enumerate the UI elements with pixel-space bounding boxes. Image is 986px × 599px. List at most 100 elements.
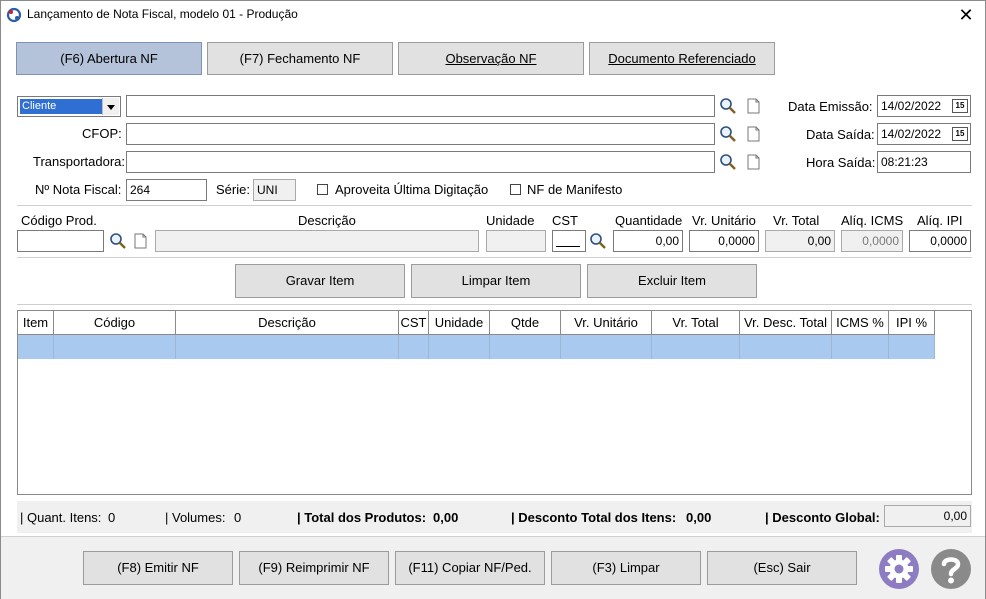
gravar-item-button[interactable]: Gravar Item — [235, 264, 405, 298]
descricao-input[interactable] — [155, 230, 479, 252]
transportadora-label: Transportadora: — [33, 154, 126, 169]
app-window: Lançamento de Nota Fiscal, modelo 01 - P… — [0, 0, 986, 599]
data-saida-label: Data Saída: — [806, 127, 875, 142]
search-icon[interactable] — [589, 232, 607, 250]
table-row[interactable] — [18, 335, 935, 359]
col-header-ipi[interactable]: IPI % — [889, 311, 935, 335]
codigo-prod-label: Código Prod. — [21, 213, 97, 228]
codigo-prod-input[interactable] — [17, 230, 104, 252]
search-icon[interactable] — [719, 125, 737, 143]
cfop-input[interactable] — [126, 123, 715, 145]
manifesto-checkbox[interactable] — [510, 184, 521, 195]
unidade-input[interactable] — [486, 230, 546, 252]
table-cell[interactable] — [561, 335, 652, 359]
transportadora-input[interactable] — [126, 151, 715, 173]
party-input[interactable] — [126, 95, 715, 117]
aliq-icms-input[interactable]: 0,0000 — [841, 230, 903, 252]
calendar-icon[interactable]: 15 — [952, 127, 968, 141]
limpar-button[interactable]: (F3) Limpar — [551, 551, 701, 585]
quantidade-input[interactable]: 0,00 — [613, 230, 683, 252]
col-header-unidade[interactable]: Unidade — [429, 311, 490, 335]
tab-observacao-label: Observação NF — [445, 51, 537, 66]
cfop-label: CFOP: — [82, 126, 122, 141]
search-icon[interactable] — [719, 153, 737, 171]
aliq-ipi-input[interactable]: 0,0000 — [909, 230, 971, 252]
vr-unitario-input[interactable]: 0,0000 — [689, 230, 759, 252]
table-cell[interactable] — [740, 335, 832, 359]
document-icon[interactable] — [747, 98, 760, 114]
desconto-itens-label: | Desconto Total dos Itens: — [511, 510, 677, 525]
window-title: Lançamento de Nota Fiscal, modelo 01 - P… — [27, 7, 298, 21]
desconto-itens-value: 0,00 — [686, 510, 712, 525]
close-icon[interactable]: ✕ — [955, 4, 977, 26]
col-header-item[interactable]: Item — [18, 311, 54, 335]
document-icon[interactable] — [747, 154, 760, 170]
total-produtos-label: | Total dos Produtos: — [297, 510, 427, 525]
reimprimir-nf-button[interactable]: (F9) Reimprimir NF — [239, 551, 389, 585]
table-cell[interactable] — [889, 335, 935, 359]
col-header-qtde[interactable]: Qtde — [490, 311, 561, 335]
total-produtos-value: 0,00 — [433, 510, 459, 525]
table-cell[interactable] — [652, 335, 740, 359]
col-header-codigo[interactable]: Código — [54, 311, 176, 335]
divider — [17, 257, 972, 258]
search-icon[interactable] — [719, 97, 737, 115]
hora-saida-input[interactable]: 08:21:23 — [877, 151, 971, 173]
nota-fiscal-label: Nº Nota Fiscal: — [35, 182, 122, 197]
tab-documento-label: Documento Referenciado — [608, 51, 756, 66]
document-icon[interactable] — [134, 233, 147, 249]
document-icon[interactable] — [747, 126, 760, 142]
table-cell[interactable] — [490, 335, 561, 359]
aliq-ipi-label: Alíq. IPI — [917, 213, 963, 228]
aproveita-label: Aproveita Última Digitação — [335, 182, 489, 197]
tab-fechamento[interactable]: (F7) Fechamento NF — [207, 42, 393, 75]
data-emissao-label: Data Emissão: — [788, 99, 873, 114]
aproveita-checkbox[interactable] — [317, 184, 328, 195]
divider — [17, 304, 972, 305]
quant-itens-value: 0 — [108, 510, 116, 525]
sair-button[interactable]: (Esc) Sair — [707, 551, 857, 585]
data-emissao-input[interactable]: 14/02/2022 15 — [877, 95, 971, 117]
table-cell[interactable] — [18, 335, 54, 359]
desconto-global-input[interactable]: 0,00 — [884, 505, 971, 527]
table-cell[interactable] — [429, 335, 490, 359]
table-cell[interactable] — [54, 335, 176, 359]
descricao-label: Descrição — [298, 213, 356, 228]
limpar-item-button[interactable]: Limpar Item — [411, 264, 581, 298]
table-cell[interactable] — [832, 335, 889, 359]
volumes-label: | Volumes: — [165, 510, 226, 525]
table-cell[interactable] — [399, 335, 429, 359]
cst-input[interactable] — [552, 230, 586, 252]
gear-icon[interactable] — [878, 548, 920, 590]
vr-total-label: Vr. Total — [773, 213, 820, 228]
help-icon[interactable] — [930, 548, 972, 590]
serie-label: Série: — [216, 182, 250, 197]
cst-underline — [556, 246, 580, 247]
data-saida-input[interactable]: 14/02/2022 15 — [877, 123, 971, 145]
chevron-down-icon[interactable] — [102, 98, 119, 115]
serie-input[interactable]: UNI — [253, 179, 296, 201]
excluir-item-button[interactable]: Excluir Item — [587, 264, 757, 298]
tab-abertura[interactable]: (F6) Abertura NF — [16, 42, 202, 75]
col-header-vr-total[interactable]: Vr. Total — [652, 311, 740, 335]
emitir-nf-button[interactable]: (F8) Emitir NF — [83, 551, 233, 585]
party-type-select[interactable]: Cliente — [17, 96, 121, 117]
col-header-vr-desc-total[interactable]: Vr. Desc. Total — [740, 311, 832, 335]
calendar-icon[interactable]: 15 — [952, 99, 968, 113]
table-cell[interactable] — [176, 335, 399, 359]
tab-observacao[interactable]: Observação NF — [398, 42, 584, 75]
items-table[interactable]: Item Código Descrição CST Unidade Qtde V… — [17, 310, 972, 495]
nota-fiscal-input[interactable]: 264 — [126, 179, 207, 201]
title-bar: Lançamento de Nota Fiscal, modelo 01 - P… — [1, 1, 985, 29]
col-header-cst[interactable]: CST — [399, 311, 429, 335]
tab-documento-referenciado[interactable]: Documento Referenciado — [589, 42, 775, 75]
party-type-value: Cliente — [20, 99, 102, 114]
col-header-icms[interactable]: ICMS % — [832, 311, 889, 335]
search-icon[interactable] — [109, 232, 127, 250]
data-saida-value: 14/02/2022 — [881, 127, 942, 141]
col-header-descricao[interactable]: Descrição — [176, 311, 399, 335]
vr-total-input[interactable]: 0,00 — [765, 230, 835, 252]
data-emissao-value: 14/02/2022 — [881, 99, 942, 113]
copiar-nf-button[interactable]: (F11) Copiar NF/Ped. — [395, 551, 545, 585]
col-header-vr-unitario[interactable]: Vr. Unitário — [561, 311, 652, 335]
